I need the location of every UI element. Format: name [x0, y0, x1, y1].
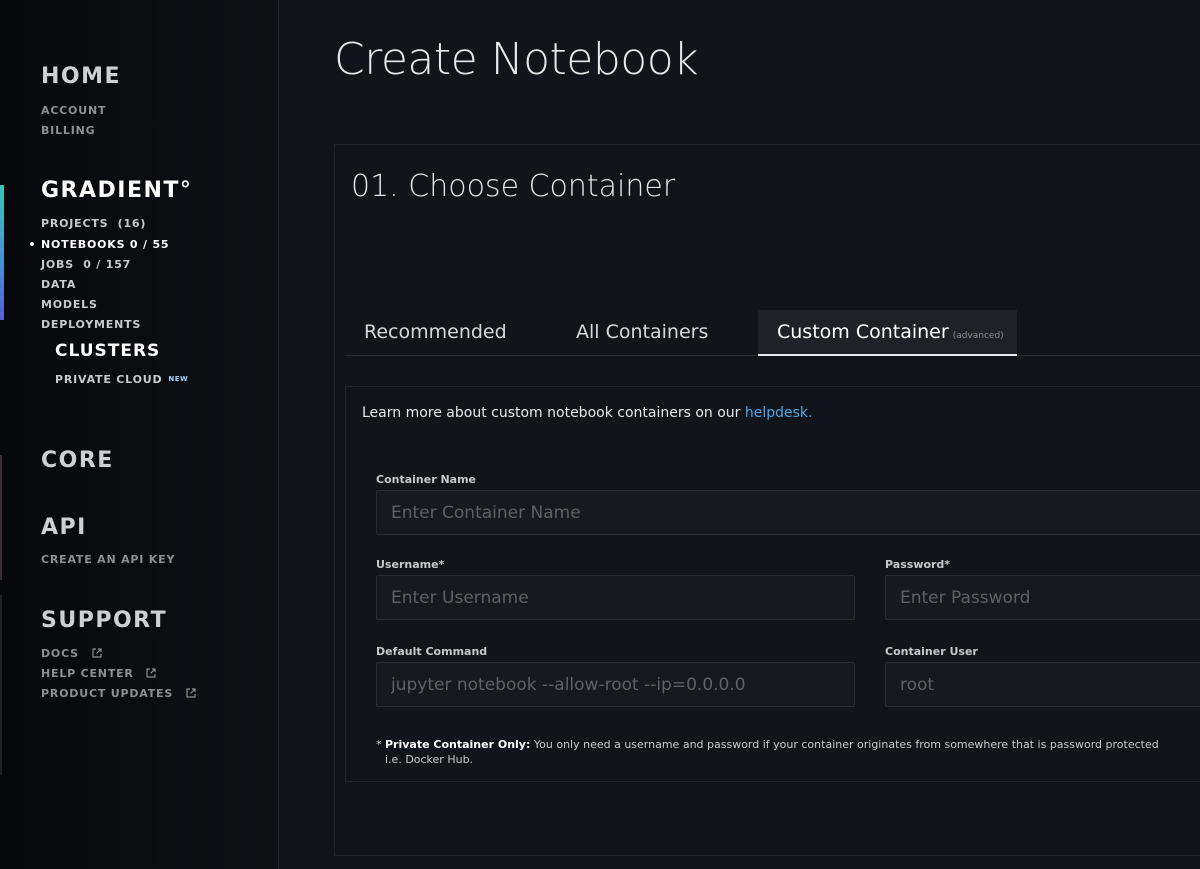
nav-core[interactable]: CORE [41, 448, 114, 473]
nav-projects[interactable]: PROJECTS (16) [41, 217, 146, 230]
nav-product-updates-label: PRODUCT UPDATES [41, 687, 174, 700]
nav-account[interactable]: ACCOUNT [41, 104, 106, 117]
password-label: Password* [885, 558, 951, 571]
nav-billing[interactable]: BILLING [41, 124, 95, 137]
choose-container-panel: 01. Choose Container Recommended All Con… [334, 144, 1200, 856]
helpdesk-link[interactable]: helpdesk. [745, 405, 813, 421]
nav-docs-label: DOCS [41, 647, 79, 660]
section-title: 01. Choose Container [351, 169, 675, 204]
external-link-icon [146, 668, 156, 678]
note-bold: Private Container Only: [385, 738, 531, 751]
tab-custom-container-label: Custom Container [777, 321, 949, 343]
nav-docs[interactable]: DOCS [41, 647, 102, 660]
container-name-input[interactable] [376, 490, 1200, 535]
nav-support[interactable]: SUPPORT [41, 608, 167, 633]
support-divider [0, 595, 2, 775]
page-title: Create Notebook [334, 34, 699, 85]
username-label: Username* [376, 558, 445, 571]
container-user-input[interactable] [885, 662, 1200, 707]
nav-help-center-label: HELP CENTER [41, 667, 134, 680]
default-command-label: Default Command [376, 645, 488, 658]
nav-product-updates[interactable]: PRODUCT UPDATES [41, 687, 196, 700]
nav-models[interactable]: MODELS [41, 298, 98, 311]
tab-custom-container[interactable]: Custom Container (advanced) [758, 310, 1017, 356]
note-prefix: * [376, 738, 385, 751]
nav-jobs[interactable]: JOBS 0 / 157 [41, 258, 131, 271]
private-container-note: * Private Container Only: You only need … [376, 737, 1166, 767]
nav-home[interactable]: HOME [41, 64, 121, 89]
container-name-label: Container Name [376, 473, 477, 486]
custom-container-form: Learn more about custom notebook contain… [345, 386, 1200, 782]
active-section-accent [0, 185, 4, 320]
new-badge: NEW [168, 375, 189, 383]
external-link-icon [186, 688, 196, 698]
container-tabs: Recommended All Containers Custom Contai… [345, 310, 1200, 356]
nav-create-api-key[interactable]: CREATE AN API KEY [41, 553, 175, 566]
section-number: 01. [351, 169, 399, 204]
default-command-input[interactable] [376, 662, 855, 707]
nav-private-cloud-label: PRIVATE CLOUD [55, 373, 163, 386]
nav-clusters[interactable]: CLUSTERS [55, 341, 160, 361]
tab-recommended[interactable]: Recommended [364, 310, 507, 356]
note-line2: i.e. Docker Hub. [385, 753, 474, 766]
nav-data[interactable]: DATA [41, 278, 76, 291]
nav-api[interactable]: API [41, 515, 87, 540]
core-divider [0, 455, 2, 580]
password-input[interactable] [885, 575, 1200, 620]
current-item-bullet [30, 242, 34, 246]
nav-notebooks[interactable]: NOTEBOOKS 0 / 55 [41, 238, 169, 251]
learn-more-text: Learn more about custom notebook contain… [362, 405, 813, 421]
learn-more-prefix: Learn more about custom notebook contain… [362, 405, 745, 421]
nav-deployments[interactable]: DEPLOYMENTS [41, 318, 141, 331]
section-title-text: Choose Container [408, 169, 676, 204]
username-input[interactable] [376, 575, 855, 620]
external-link-icon [91, 648, 102, 658]
tab-all-containers[interactable]: All Containers [576, 310, 708, 356]
container-user-label: Container User [885, 645, 978, 658]
sidebar: HOME ACCOUNT BILLING GRADIENT° PROJECTS … [0, 0, 279, 869]
nav-help-center[interactable]: HELP CENTER [41, 667, 156, 680]
note-text: You only need a username and password if… [530, 738, 1159, 751]
nav-private-cloud[interactable]: PRIVATE CLOUD NEW [55, 373, 188, 386]
tab-advanced-suffix: (advanced) [952, 331, 1004, 341]
nav-gradient[interactable]: GRADIENT° [41, 178, 192, 203]
